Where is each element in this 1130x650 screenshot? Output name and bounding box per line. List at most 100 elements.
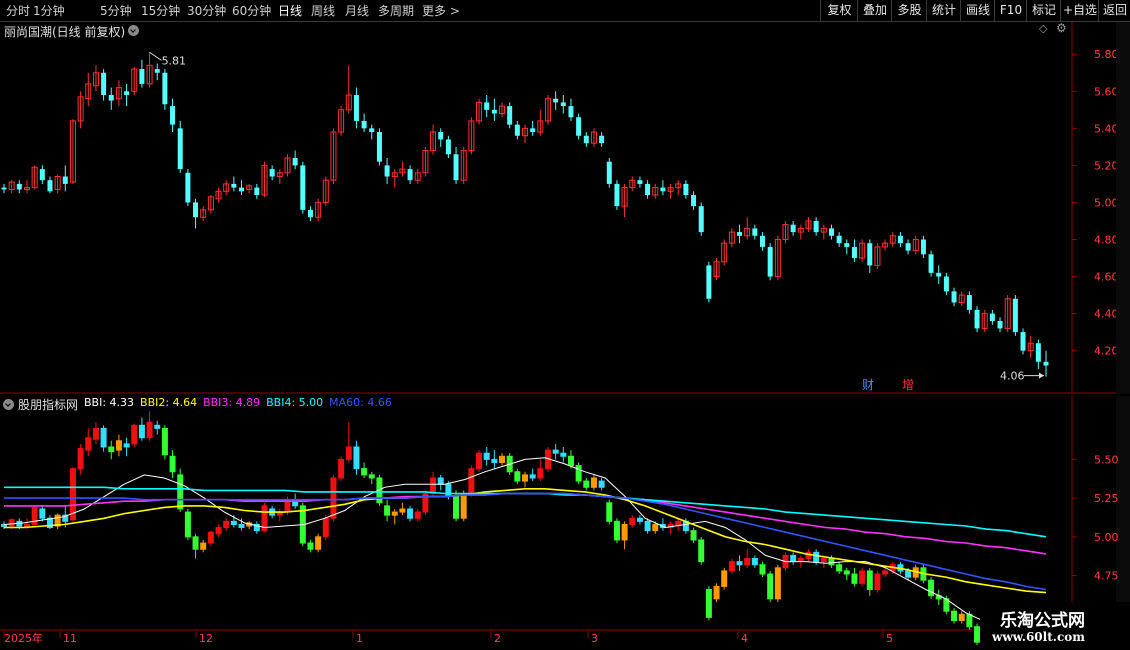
title-dropdown-icon[interactable]: [128, 25, 139, 36]
candle[interactable]: [1, 183, 7, 194]
candle[interactable]: [361, 113, 367, 133]
ind-candle[interactable]: [522, 471, 528, 488]
ind-candle[interactable]: [215, 524, 222, 537]
candle[interactable]: [215, 187, 222, 203]
candle[interactable]: [568, 98, 574, 121]
candle[interactable]: [8, 180, 15, 194]
candle[interactable]: [31, 165, 38, 190]
candle[interactable]: [737, 224, 743, 244]
candle[interactable]: [300, 161, 306, 214]
period-tab-2[interactable]: 5分钟: [100, 2, 132, 19]
candle[interactable]: [997, 317, 1003, 333]
ind-candle[interactable]: [575, 462, 582, 485]
candle[interactable]: [162, 69, 168, 110]
candle[interactable]: [553, 91, 559, 110]
candle[interactable]: [560, 94, 566, 114]
candle[interactable]: [254, 183, 260, 199]
toolbar-button-3[interactable]: 统计: [926, 0, 961, 21]
gear-icon[interactable]: ⚙: [1056, 21, 1067, 35]
candle[interactable]: [200, 206, 207, 221]
toolbar-button-2[interactable]: 多股: [891, 0, 927, 21]
candle[interactable]: [338, 106, 345, 136]
candle[interactable]: [239, 180, 245, 196]
candle[interactable]: [261, 161, 268, 197]
candle[interactable]: [62, 165, 68, 192]
ind-candle[interactable]: [223, 518, 230, 531]
ind-candle[interactable]: [46, 515, 53, 530]
candle[interactable]: [583, 132, 589, 147]
candle[interactable]: [514, 120, 520, 140]
candle[interactable]: [193, 198, 199, 229]
ind-candle[interactable]: [353, 440, 360, 475]
candle[interactable]: [453, 146, 459, 184]
candle[interactable]: [246, 183, 253, 194]
candle[interactable]: [667, 183, 674, 199]
candle[interactable]: [683, 180, 689, 199]
candle[interactable]: [231, 176, 237, 192]
ind-candle[interactable]: [629, 515, 636, 528]
ind-candle[interactable]: [131, 423, 138, 447]
ind-candle[interactable]: [598, 477, 605, 491]
ind-candle[interactable]: [253, 521, 260, 534]
candle[interactable]: [790, 220, 796, 236]
ind-candle[interactable]: [414, 508, 421, 522]
candle[interactable]: [460, 146, 467, 184]
candle[interactable]: [767, 243, 773, 281]
ind-candle[interactable]: [874, 570, 881, 593]
ind-candle[interactable]: [851, 567, 858, 587]
candle[interactable]: [391, 169, 398, 188]
candle[interactable]: [691, 191, 697, 210]
ind-candle[interactable]: [399, 502, 406, 516]
ind-candle[interactable]: [721, 567, 728, 590]
candle[interactable]: [1004, 295, 1011, 333]
candle[interactable]: [728, 228, 735, 247]
candle[interactable]: [629, 176, 636, 192]
candle[interactable]: [1020, 328, 1026, 355]
candle[interactable]: [882, 239, 889, 251]
candle[interactable]: [867, 239, 873, 273]
candle[interactable]: [307, 206, 313, 221]
period-tab-4[interactable]: 30分钟: [187, 2, 226, 19]
candle[interactable]: [614, 180, 620, 210]
ind-candle[interactable]: [100, 425, 107, 452]
toolbar-button-8[interactable]: 返回: [1098, 0, 1130, 21]
candle[interactable]: [836, 232, 842, 247]
candle[interactable]: [384, 157, 390, 184]
ind-candle[interactable]: [659, 518, 666, 531]
ind-candle[interactable]: [751, 555, 758, 568]
candle[interactable]: [468, 117, 475, 155]
ind-candle[interactable]: [483, 446, 490, 466]
ind-candle[interactable]: [606, 499, 613, 525]
ind-candle[interactable]: [836, 561, 843, 575]
candle[interactable]: [47, 176, 53, 194]
candle[interactable]: [491, 98, 497, 121]
candle[interactable]: [621, 183, 628, 218]
candle[interactable]: [1043, 350, 1049, 377]
ind-candle[interactable]: [491, 450, 498, 469]
ind-candle[interactable]: [529, 468, 536, 482]
ind-candle[interactable]: [590, 474, 597, 491]
indicator-dropdown-icon[interactable]: [3, 399, 14, 410]
ind-candle[interactable]: [315, 533, 322, 553]
ind-candle[interactable]: [246, 521, 253, 530]
candle[interactable]: [966, 291, 972, 314]
ind-candle[interactable]: [499, 453, 506, 466]
period-tab-9[interactable]: 多周期: [378, 2, 414, 19]
ind-candle[interactable]: [92, 422, 99, 444]
period-tab-0[interactable]: 分时: [6, 2, 30, 19]
candle[interactable]: [16, 180, 22, 194]
candle[interactable]: [675, 180, 682, 196]
candle[interactable]: [951, 287, 957, 307]
candle[interactable]: [376, 128, 382, 166]
candle[interactable]: [637, 176, 643, 188]
ind-candle[interactable]: [368, 471, 375, 485]
more-periods-button[interactable]: 更多 >: [422, 2, 460, 19]
ind-candle[interactable]: [307, 539, 314, 553]
period-tab-6[interactable]: 日线: [278, 2, 302, 19]
candle[interactable]: [936, 265, 942, 284]
ind-candle[interactable]: [39, 505, 46, 522]
candle[interactable]: [805, 217, 812, 233]
candle[interactable]: [797, 224, 804, 240]
candle[interactable]: [537, 109, 544, 136]
ind-candle[interactable]: [85, 428, 92, 457]
